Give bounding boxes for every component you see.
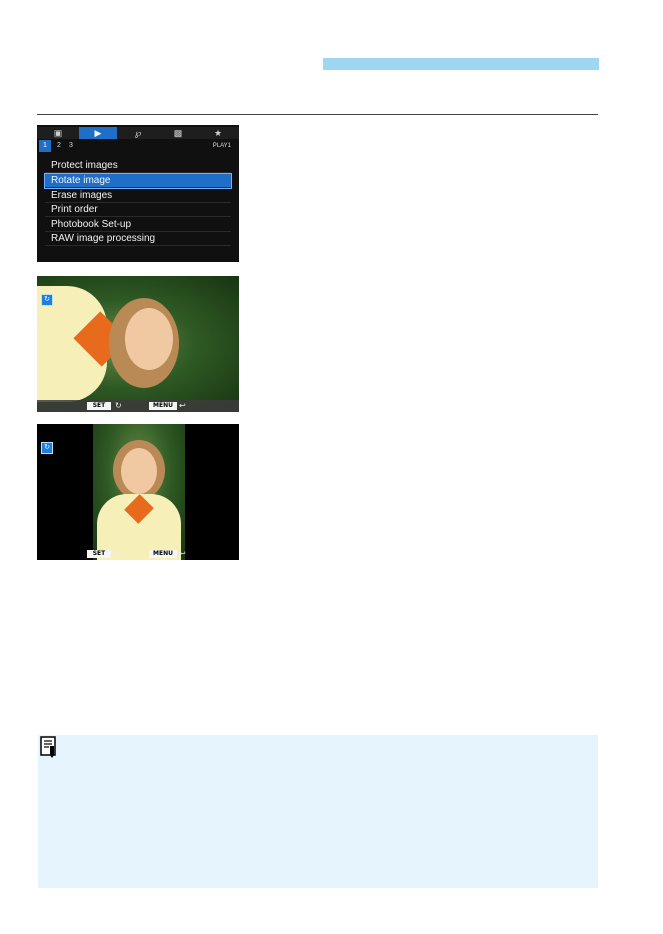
page-name: PLAY1	[212, 143, 231, 149]
camera-menu-screen: ▣ ▶ ℘ ▩ ★ 1 2 3 PLAY1 Protect images Rot…	[37, 125, 239, 262]
menu-item-raw-processing[interactable]: RAW image processing	[45, 232, 231, 246]
section-header-bar	[323, 58, 599, 70]
set-key-label[interactable]: SET	[87, 402, 111, 410]
page-number[interactable]: 2	[53, 140, 65, 152]
page-number[interactable]: 3	[65, 140, 77, 152]
menu-item-protect-images[interactable]: Protect images	[45, 159, 231, 173]
header-divider	[37, 114, 598, 115]
camera-icon: ▣	[53, 128, 63, 138]
button-guide-bar: SET ↻ MENU ↩	[37, 548, 239, 560]
menu-item-rotate-image[interactable]: Rotate image	[44, 173, 232, 189]
memo-icon	[40, 736, 58, 758]
set-key-label[interactable]: SET	[87, 550, 111, 558]
rotate-action-icon: ↻	[115, 549, 122, 558]
menu-item-erase-images[interactable]: Erase images	[45, 189, 231, 203]
person-icon: ▩	[173, 128, 183, 138]
page-number[interactable]: 1	[39, 140, 51, 152]
rotate-preview-upright: ↻ SET ↻ MENU ↩	[37, 424, 239, 560]
tab-custom[interactable]: ▩	[159, 127, 197, 139]
menu-key-label[interactable]: MENU	[149, 402, 177, 410]
menu-page-indicator: 1 2 3 PLAY1	[37, 140, 239, 152]
menu-item-print-order[interactable]: Print order	[45, 203, 231, 217]
tab-shooting[interactable]: ▣	[39, 127, 77, 139]
rotate-icon: ↻	[41, 294, 53, 306]
return-icon: ↩	[179, 401, 186, 410]
button-guide-bar: SET ↻ MENU ↩	[37, 400, 239, 412]
tab-setup[interactable]: ℘	[119, 127, 157, 139]
playback-icon: ▶	[94, 128, 102, 138]
menu-key-label[interactable]: MENU	[149, 550, 177, 558]
rotate-action-icon: ↻	[115, 401, 122, 410]
wrench-icon: ℘	[134, 128, 142, 138]
menu-item-photobook-setup[interactable]: Photobook Set-up	[45, 218, 231, 232]
tab-my-menu[interactable]: ★	[199, 127, 237, 139]
note-box	[38, 735, 598, 888]
star-icon: ★	[213, 128, 223, 138]
portrait-photo	[93, 424, 185, 560]
tab-playback[interactable]: ▶	[79, 127, 117, 139]
rotate-preview-sideways: ↻ SET ↻ MENU ↩	[37, 276, 239, 412]
menu-tab-bar: ▣ ▶ ℘ ▩ ★	[37, 127, 239, 139]
rotate-icon: ↻	[41, 442, 53, 454]
return-icon: ↩	[179, 549, 186, 558]
